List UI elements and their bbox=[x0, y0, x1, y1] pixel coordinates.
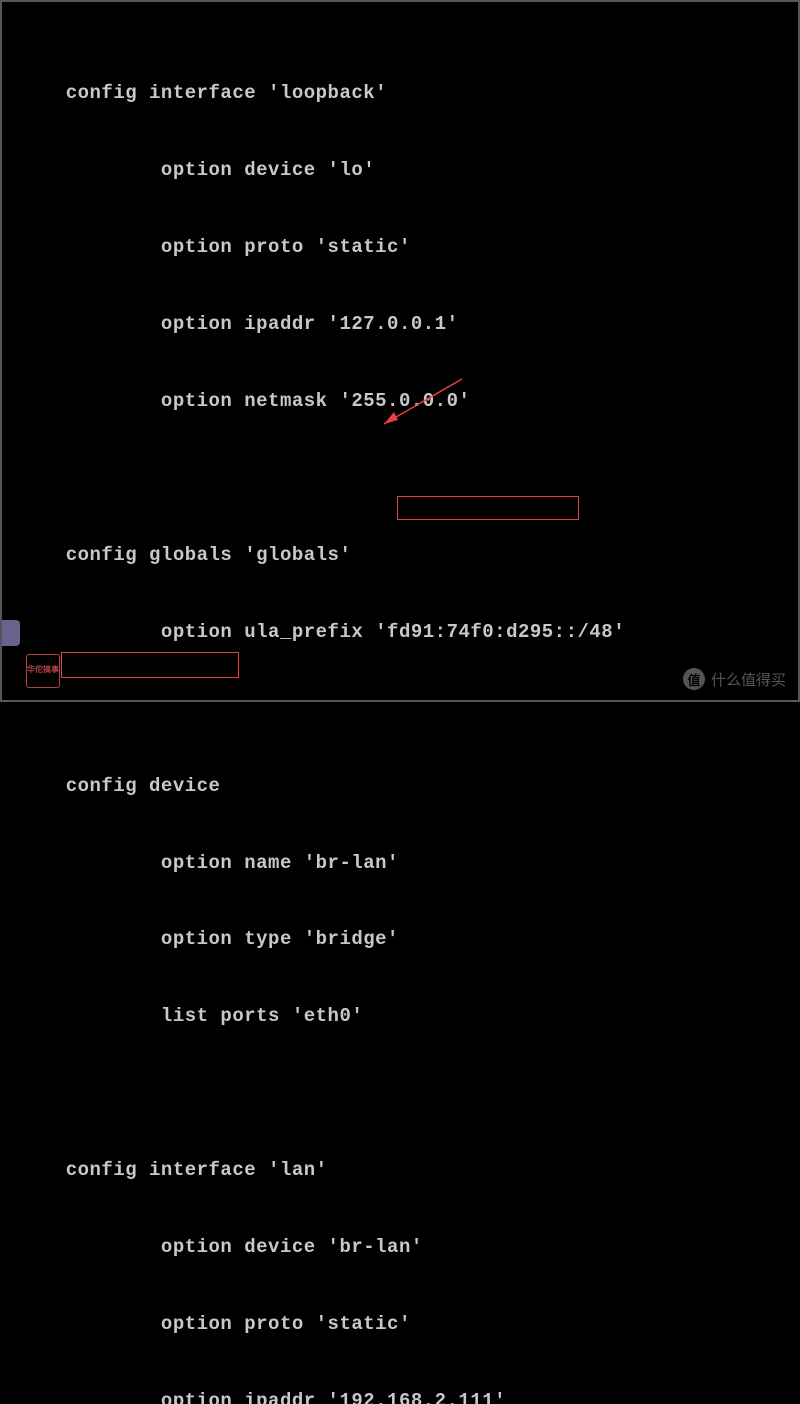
config-line: config globals 'globals' bbox=[30, 543, 770, 569]
config-line: option device 'br-lan' bbox=[30, 1235, 770, 1261]
config-line: option ipaddr '127.0.0.1' bbox=[30, 312, 770, 338]
config-line: option netmask '255.0.0.0' bbox=[30, 389, 770, 415]
config-line: option proto 'static' bbox=[30, 1312, 770, 1338]
config-line: config device bbox=[30, 774, 770, 800]
blank-line bbox=[30, 466, 770, 492]
config-line: config interface 'lan' bbox=[30, 1158, 770, 1184]
config-line: option type 'bridge' bbox=[30, 927, 770, 953]
config-line: config interface 'loopback' bbox=[30, 81, 770, 107]
terminal-output[interactable]: config interface 'loopback' option devic… bbox=[30, 30, 770, 1404]
config-line: list ports 'eth0' bbox=[30, 1004, 770, 1030]
watermark-right: 值 什么值得买 bbox=[683, 668, 786, 690]
blank-line bbox=[30, 697, 770, 723]
config-line: option ula_prefix 'fd91:74f0:d295::/48' bbox=[30, 620, 770, 646]
config-line-highlighted: option ipaddr '192.168.2.111' bbox=[30, 1389, 770, 1404]
browser-tab-hint bbox=[2, 620, 20, 646]
config-line: option device 'lo' bbox=[30, 158, 770, 184]
blank-line bbox=[30, 1081, 770, 1107]
config-line: option name 'br-lan' bbox=[30, 851, 770, 877]
watermark-text: 什么值得买 bbox=[711, 669, 786, 690]
watermark-seal: 华佗搞事 bbox=[26, 654, 60, 688]
config-line: option proto 'static' bbox=[30, 235, 770, 261]
watermark-circle-icon: 值 bbox=[683, 668, 705, 690]
